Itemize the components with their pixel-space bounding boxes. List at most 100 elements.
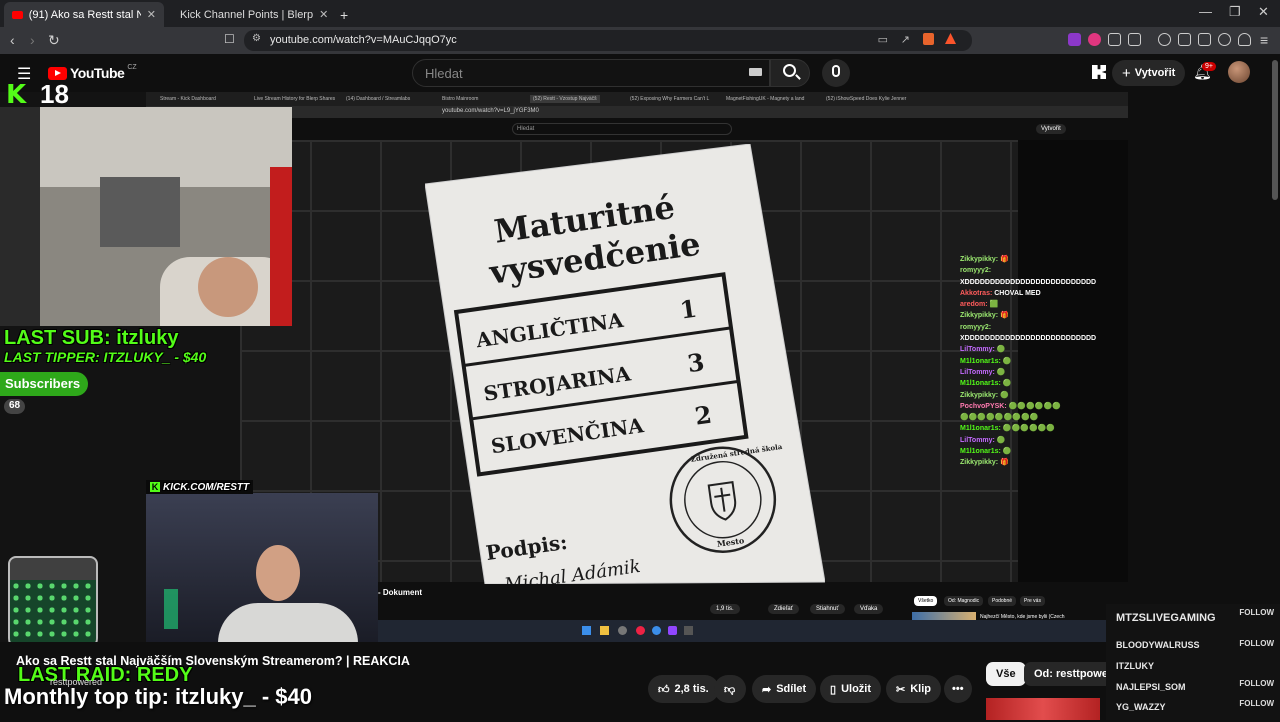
notification-badge: 9+ — [1202, 62, 1216, 71]
more-button[interactable]: ••• — [944, 675, 972, 703]
follow-button[interactable]: FOLLOW — [1239, 639, 1274, 648]
chat-username[interactable]: M1l1onar1s: — [960, 380, 1003, 387]
chat-message: romyyy2: — [960, 322, 1125, 333]
create-button[interactable]: + Vytvořit — [1112, 60, 1186, 86]
clip-button[interactable]: ✂ Klip — [886, 675, 941, 703]
chat-message: M1l1onar1s: 🟢🟢🟢🟢🟢🟢 — [960, 423, 1125, 434]
extension-purple-icon[interactable] — [1068, 33, 1081, 46]
rewards-icon[interactable] — [945, 33, 956, 44]
maximize-icon[interactable]: ❐ — [1229, 4, 1241, 20]
share-button[interactable]: ➦ Sdílet — [752, 675, 817, 703]
chat-message: Zikkypikky: 🎁 — [960, 254, 1125, 265]
subscribers-badge: Subscribers — [0, 372, 89, 396]
tab-close-icon[interactable]: ✕ — [319, 8, 328, 21]
age-badge: 18 — [40, 79, 69, 109]
follow-list: MTZSLIVEGAMING FOLLOW BLOODYWALRUSS FOLL… — [1106, 604, 1280, 720]
bookmark-icon[interactable]: ☐ — [224, 32, 235, 46]
reload-icon[interactable]: ↻ — [48, 32, 60, 49]
brave-shield-icon[interactable] — [923, 33, 934, 45]
url-text: youtube.com/watch?v=MAuCJqqO7yc — [270, 34, 457, 46]
chat-username[interactable]: Zikkypikky: — [960, 392, 1000, 399]
kick-logo-icon: K — [6, 80, 27, 110]
media-icon[interactable] — [1128, 33, 1141, 46]
follow-button[interactable]: FOLLOW — [1239, 679, 1274, 688]
share-icon[interactable]: ↗ — [901, 33, 910, 46]
keyboard-icon[interactable] — [749, 68, 762, 76]
music-icon[interactable] — [1158, 33, 1171, 46]
chat-username[interactable]: Zikkypikky: — [960, 312, 1000, 319]
kick-url-banner: K KICK.COM/RESTT — [146, 480, 254, 494]
chat-message: Akkotras: CHOVAL MED — [960, 288, 1125, 299]
browser-tab-blerp[interactable]: Kick Channel Points | Blerp ✕ — [166, 2, 328, 27]
chat-message: aredom: 🟩 — [960, 299, 1125, 310]
chat-text: 🟢 — [1002, 448, 1012, 456]
dislike-button[interactable]: 👎︎ — [714, 675, 746, 703]
chat-message: LilTommy: 🟢 — [960, 344, 1125, 355]
chat-text: CHOVAL MED — [994, 289, 1041, 297]
chat-message: LilTommy: 🟢 — [960, 367, 1125, 378]
tab-title: (91) Ako sa Restt stal Najväčším — [28, 8, 141, 21]
chat-message: M1l1onar1s: 🟢 — [960, 356, 1125, 367]
chat-message: Zikkypikky: 🎁 — [960, 457, 1125, 468]
guest-webcam — [146, 493, 378, 643]
cast-icon[interactable]: ▭ — [878, 33, 888, 46]
close-window-icon[interactable]: ✕ — [1258, 4, 1269, 20]
chat-text: 🎁 — [1000, 256, 1009, 263]
youtube-play-icon — [48, 66, 67, 80]
chat-username[interactable]: PochvoPYSK: — [960, 403, 1009, 410]
mic-button[interactable] — [822, 59, 850, 87]
like-button[interactable]: 👍︎ 2,8 tis. — [648, 675, 719, 703]
kick-logo-icon[interactable] — [1092, 65, 1106, 79]
share-arrow-icon: ➦ — [762, 683, 772, 696]
follow-button[interactable]: FOLLOW — [1239, 608, 1274, 617]
more-dots-icon: ••• — [952, 683, 964, 695]
back-icon[interactable]: ‹ — [10, 32, 15, 48]
leo-ai-icon[interactable] — [1218, 33, 1231, 46]
browser-tab-strip: (91) Ako sa Restt stal Najväčším ✕ Kick … — [0, 0, 1280, 27]
minimize-icon[interactable]: — — [1199, 4, 1212, 19]
page-scrollbar[interactable] — [1272, 60, 1278, 200]
search-input[interactable]: Hledat — [412, 59, 770, 87]
chat-username[interactable]: Zikkypikky: — [960, 459, 1000, 466]
extension-pink-icon[interactable] — [1088, 33, 1101, 46]
chat-message: LilTommy: 🟢 — [960, 435, 1125, 446]
last-tipper: LAST TIPPER: ITZLUKY_ - $40 — [4, 349, 207, 365]
chat-username[interactable]: romyyy2: — [960, 324, 991, 331]
chat-username[interactable]: M1l1onar1s: — [960, 358, 1003, 365]
chat-username[interactable]: aredom: — [960, 301, 990, 308]
chat-text: 🟢 — [996, 368, 1006, 376]
vpn-icon[interactable] — [1238, 33, 1251, 46]
chat-message: XDDDDDDDDDDDDDDDDDDDDDDDDDD — [960, 333, 1125, 344]
forward-icon[interactable]: › — [30, 32, 35, 48]
chat-username[interactable]: LilTommy: — [960, 369, 997, 376]
chat-username[interactable]: LilTommy: — [960, 437, 997, 444]
chat-username[interactable]: M1l1onar1s: — [960, 425, 1003, 432]
chat-username[interactable]: Zikkypikky: — [960, 256, 1000, 263]
avatar[interactable] — [1228, 61, 1250, 83]
new-tab-button[interactable]: + — [332, 2, 352, 27]
menu-icon[interactable]: ≡ — [1260, 32, 1268, 48]
extensions-icon[interactable] — [1108, 33, 1121, 46]
sidebar-icon[interactable] — [1178, 33, 1191, 46]
save-button[interactable]: ▯ Uložit — [820, 675, 882, 703]
browser-tab-youtube[interactable]: (91) Ako sa Restt stal Najväčším ✕ — [4, 2, 164, 27]
filter-all-chip[interactable]: Vše — [986, 662, 1026, 686]
chat-text: XDDDDDDDDDDDDDDDDDDDDDDDDDD — [960, 278, 1097, 286]
chat-message: M1l1onar1s: 🟢 — [960, 378, 1125, 389]
last-sub: LAST SUB: itzluky — [4, 327, 179, 349]
address-bar[interactable]: ⚙ youtube.com/watch?v=MAuCJqqO7yc ▭ ↗ — [244, 30, 972, 51]
tab-close-icon[interactable]: ✕ — [147, 8, 156, 21]
follow-button[interactable]: FOLLOW — [1239, 699, 1274, 708]
chat-username[interactable]: Akkotras: — [960, 290, 994, 297]
suggested-thumbnail[interactable] — [986, 698, 1100, 720]
chat-username[interactable]: LilTommy: — [960, 346, 997, 353]
inner-youtube-header: Hledat Vytvořit — [146, 118, 1128, 140]
search-button[interactable] — [770, 59, 810, 87]
chat-text: 🟢 — [1002, 380, 1012, 388]
site-info-icon[interactable]: ⚙ — [252, 33, 261, 44]
wallet-icon[interactable] — [1198, 33, 1211, 46]
chat-username[interactable]: romyyy2: — [960, 267, 991, 274]
follow-row: MTZSLIVEGAMING FOLLOW — [1116, 608, 1274, 624]
kick-chat: Zikkypikky: 🎁 romyyy2: XDDDDDDDDDDDDDDDDD… — [960, 254, 1125, 469]
chat-username[interactable]: M1l1onar1s: — [960, 448, 1003, 455]
